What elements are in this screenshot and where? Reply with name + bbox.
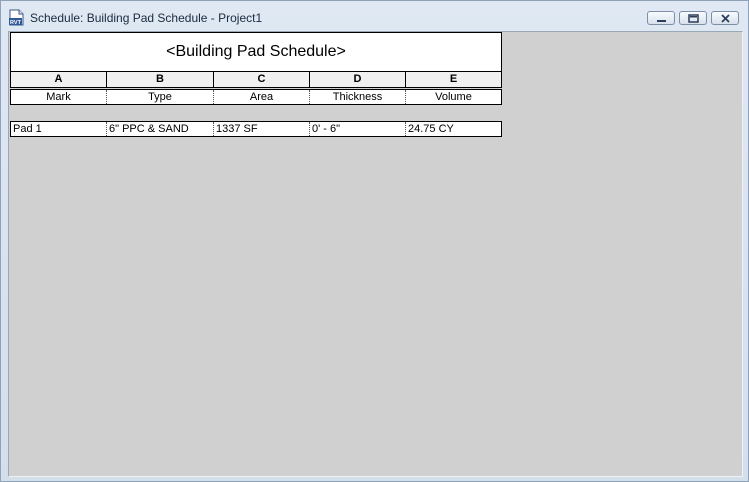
restore-button[interactable]	[679, 11, 707, 25]
column-header-type[interactable]: Type	[107, 90, 214, 104]
schedule-title-cell[interactable]: <Building Pad Schedule>	[10, 32, 502, 72]
column-letter-d[interactable]: D	[310, 72, 406, 87]
schedule-view[interactable]: <Building Pad Schedule> A B C D E Mark T…	[8, 31, 743, 477]
cell-mark[interactable]: Pad 1	[11, 122, 107, 136]
title-bar[interactable]: RVT Schedule: Building Pad Schedule - Pr…	[1, 1, 748, 31]
cell-area[interactable]: 1337 SF	[214, 122, 310, 136]
column-header-volume[interactable]: Volume	[406, 90, 501, 104]
minimize-button[interactable]	[647, 11, 675, 25]
schedule-title: <Building Pad Schedule>	[166, 43, 346, 60]
column-header-thickness[interactable]: Thickness	[310, 90, 406, 104]
svg-text:RVT: RVT	[10, 20, 22, 26]
minimize-icon	[657, 20, 666, 22]
close-icon	[721, 14, 730, 23]
schedule-window: RVT Schedule: Building Pad Schedule - Pr…	[0, 0, 749, 482]
header-spacer	[10, 106, 502, 121]
column-header-row: Mark Type Area Thickness Volume	[10, 89, 502, 105]
cell-volume[interactable]: 24.75 CY	[406, 122, 501, 136]
cell-type[interactable]: 6" PPC & SAND	[107, 122, 214, 136]
column-letter-e[interactable]: E	[406, 72, 501, 87]
table-row: Pad 1 6" PPC & SAND 1337 SF 0' - 6" 24.7…	[10, 121, 502, 137]
close-button[interactable]	[711, 11, 739, 25]
restore-icon	[688, 14, 699, 23]
column-header-mark[interactable]: Mark	[11, 90, 107, 104]
window-title: Schedule: Building Pad Schedule - Projec…	[30, 11, 263, 25]
column-letter-a[interactable]: A	[11, 72, 107, 87]
cell-thickness[interactable]: 0' - 6"	[310, 122, 406, 136]
column-letter-row: A B C D E	[10, 72, 502, 88]
rvt-document-icon: RVT	[9, 9, 25, 26]
column-header-area[interactable]: Area	[214, 90, 310, 104]
column-letter-b[interactable]: B	[107, 72, 214, 87]
column-letter-c[interactable]: C	[214, 72, 310, 87]
